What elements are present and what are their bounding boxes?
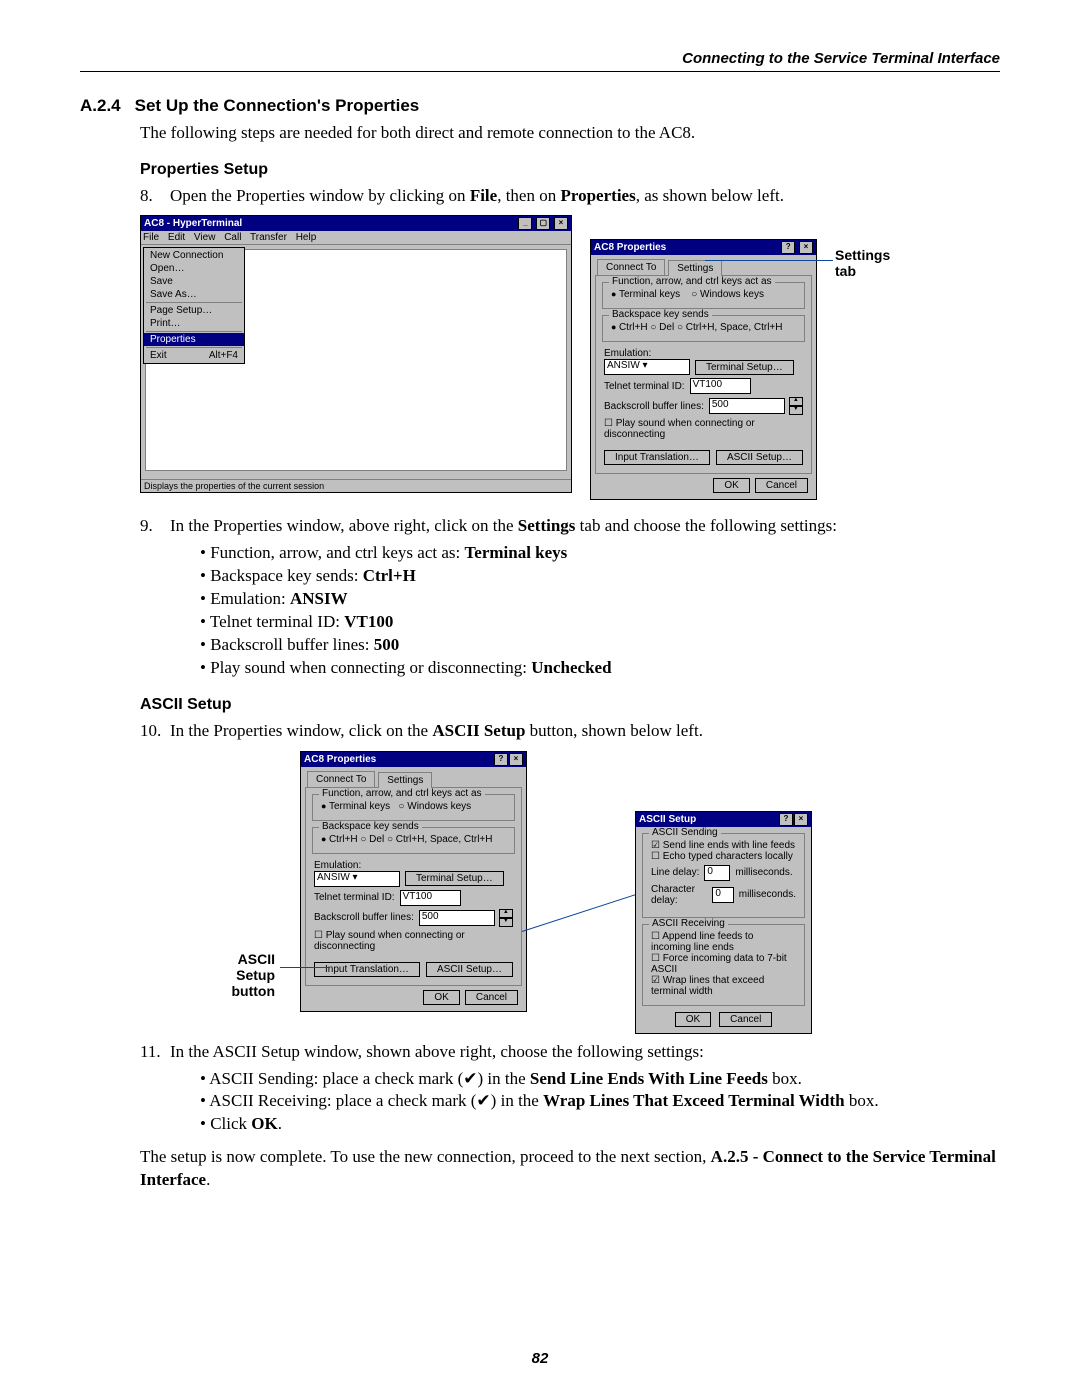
ok-button[interactable]: OK [675,1012,711,1027]
close-icon[interactable]: × [799,241,813,254]
cancel-button[interactable]: Cancel [719,1012,772,1027]
hyperterminal-window: AC8 - HyperTerminal _ ▢ × File Edit View… [140,215,572,493]
menu-help[interactable]: Help [296,232,317,243]
leader-line [705,260,833,261]
check-echo-local[interactable]: Echo typed characters locally [651,851,793,862]
menu-transfer[interactable]: Transfer [250,232,287,243]
backscroll-input[interactable]: 500 [709,398,785,414]
menu-item-open[interactable]: Open… [144,262,244,275]
maximize-icon[interactable]: ▢ [536,217,550,230]
step10-text: In the Properties window, click on the A… [170,720,703,743]
tab-settings[interactable]: Settings [378,772,432,788]
step-number: 11. [140,1041,170,1064]
menu-file[interactable]: File [143,232,159,243]
help-icon[interactable]: ? [494,753,508,766]
emulation-label: Emulation: [604,348,651,359]
close-icon[interactable]: × [794,813,808,826]
dialog-title: ASCII Setup [639,814,696,825]
group-backspace: Backspace key sends [609,309,712,320]
help-icon[interactable]: ? [779,813,793,826]
properties-dialog: AC8 Properties ? × Connect To Settings F… [590,239,817,500]
terminal-setup-button[interactable]: Terminal Setup… [695,360,794,375]
properties-dialog-2: AC8 Properties ?× Connect To Settings Fu… [300,751,527,1012]
page-number: 82 [0,1350,1080,1367]
backscroll-label: Backscroll buffer lines: [604,401,704,412]
ok-button[interactable]: OK [713,478,749,493]
tab-settings[interactable]: Settings [668,260,722,276]
step9-text: In the Properties window, above right, c… [170,515,837,538]
menu-item-properties[interactable]: Properties [144,333,244,346]
group-function-keys: Function, arrow, and ctrl keys act as [609,276,775,287]
check-append-lf[interactable]: Append line feeds to incoming line ends [651,931,753,953]
spinner[interactable]: ▲▼ [789,397,803,415]
dialog-title: AC8 Properties [304,754,376,765]
cancel-button[interactable]: Cancel [755,478,808,493]
radio-windows-keys[interactable]: Windows keys [691,289,764,300]
check-wrap-lines[interactable]: Wrap lines that exceed terminal width [651,975,764,997]
ascii-bullets: ASCII Sending: place a check mark (✔) in… [170,1068,1000,1137]
radio-ctrlhspace[interactable]: Ctrl+H, Space, Ctrl+H [677,322,783,333]
step11-text: In the ASCII Setup window, shown above r… [170,1041,704,1064]
menu-item-save[interactable]: Save [144,275,244,288]
running-head: Connecting to the Service Terminal Inter… [80,50,1000,72]
tab-connect-to[interactable]: Connect To [307,771,375,787]
window-controls[interactable]: _ ▢ × [517,217,568,230]
ascii-setup-button-2[interactable]: ASCII Setup… [426,962,513,977]
step8-text: Open the Properties window by clicking o… [170,185,784,208]
section-title: Set Up the Connection's Properties [135,96,420,115]
window-title: AC8 - HyperTerminal [144,218,242,229]
properties-setup-heading: Properties Setup [140,159,1000,181]
intro-text: The following steps are needed for both … [140,122,1000,145]
menu-call[interactable]: Call [224,232,241,243]
close-icon[interactable]: × [554,217,568,230]
menu-view[interactable]: View [194,232,216,243]
telnet-label: Telnet terminal ID: [604,381,685,392]
menubar[interactable]: File Edit View Call Transfer Help [141,231,571,245]
char-delay-input[interactable]: 0 [712,887,733,903]
callout-settings-tab: Settings tab [835,247,915,279]
group-ascii-receiving: ASCII Receiving [649,918,728,929]
section-number: A.2.4 [80,96,121,115]
settings-bullets: Function, arrow, and ctrl keys act as: T… [170,542,1000,680]
group-ascii-sending: ASCII Sending [649,827,721,838]
line-delay-input[interactable]: 0 [704,865,730,881]
callout-ascii-button: ASCII Setup button [215,951,275,999]
emulation-select[interactable]: ANSIW ▾ [604,359,690,375]
menu-item-exit[interactable]: ExitAlt+F4 [144,349,244,362]
input-translation-button[interactable]: Input Translation… [604,450,710,465]
ascii-setup-dialog: ASCII Setup ?× ASCII Sending Send line e… [635,811,812,1034]
dialog-title: AC8 Properties [594,242,666,253]
leader-line [280,967,330,968]
menu-item-print[interactable]: Print… [144,317,244,330]
step-number: 9. [140,515,170,538]
radio-ctrlh[interactable]: Ctrl+H [611,322,648,333]
menu-item-new[interactable]: New Connection [144,249,244,262]
file-menu-open[interactable]: New Connection Open… Save Save As… Page … [143,247,245,364]
statusbar: Displays the properties of the current s… [141,479,571,492]
help-icon[interactable]: ? [781,241,795,254]
ascii-setup-heading: ASCII Setup [140,694,1000,716]
leader-line [522,894,636,932]
step-number: 10. [140,720,170,743]
radio-del[interactable]: Del [650,322,674,333]
menu-item-saveas[interactable]: Save As… [144,288,244,301]
telnet-id-input[interactable]: VT100 [690,378,751,394]
check-send-line-ends[interactable]: Send line ends with line feeds [651,840,795,851]
ascii-setup-button[interactable]: ASCII Setup… [716,450,803,465]
minimize-icon[interactable]: _ [518,217,532,230]
menu-edit[interactable]: Edit [168,232,185,243]
close-icon[interactable]: × [509,753,523,766]
tab-connect-to[interactable]: Connect To [597,259,665,275]
play-sound-checkbox[interactable]: Play sound when connecting or disconnect… [604,418,803,440]
closing-text: The setup is now complete. To use the ne… [140,1146,1000,1192]
step-number: 8. [140,185,170,208]
menu-item-pagesetup[interactable]: Page Setup… [144,304,244,317]
radio-terminal-keys[interactable]: Terminal keys [611,289,680,300]
check-force-7bit[interactable]: Force incoming data to 7-bit ASCII [651,953,787,975]
